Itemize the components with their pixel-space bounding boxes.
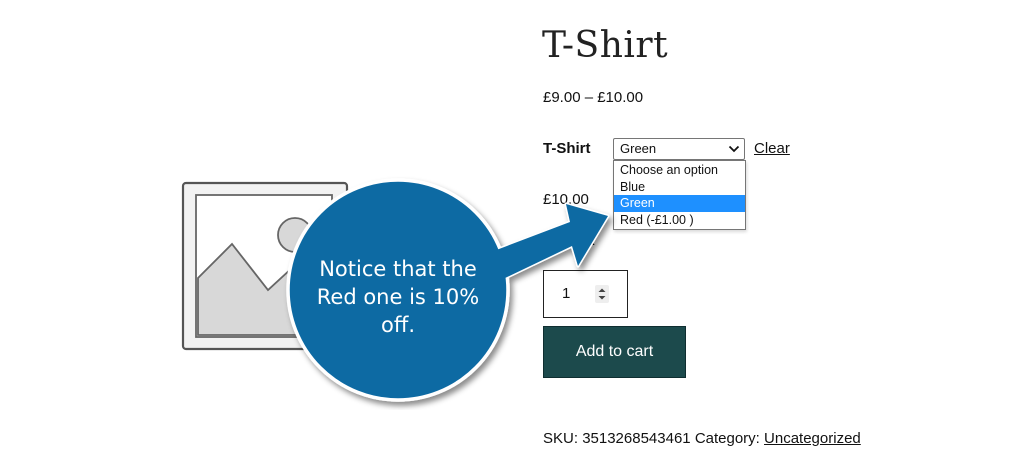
variant-price: £10.00 (543, 191, 589, 208)
price-range: £9.00 – £10.00 (543, 89, 644, 106)
clear-link[interactable]: Clear (754, 139, 790, 159)
product-page: T-Shirt £9.00 – £10.00 T-Shirt Green Cle… (0, 0, 1024, 456)
sku-value: 3513268543461 (582, 430, 691, 447)
option-choose[interactable]: Choose an option (614, 162, 745, 179)
option-green[interactable]: Green (614, 195, 745, 212)
variation-select-value: Green (620, 141, 657, 156)
quantity-value: 1 (562, 285, 571, 302)
stock-status: In stock (543, 232, 595, 249)
variation-select[interactable]: Green (613, 138, 745, 160)
product-title: T-Shirt (542, 25, 669, 66)
add-to-cart-button[interactable]: Add to cart (543, 326, 686, 378)
option-red[interactable]: Red (-£1.00 ) (614, 212, 745, 229)
chevron-down-icon (728, 145, 740, 153)
variation-dropdown-list: Choose an option Blue Green Red (-£1.00 … (613, 160, 746, 230)
quantity-field[interactable]: 1 (543, 270, 628, 318)
product-meta: SKU: 3513268543461 Category: Uncategoriz… (543, 429, 861, 449)
category-label: Category: (694, 430, 760, 447)
category-link[interactable]: Uncategorized (764, 430, 861, 447)
up-down-stepper-icon[interactable] (595, 285, 609, 303)
variation-label: T-Shirt (543, 140, 591, 157)
option-blue[interactable]: Blue (614, 179, 745, 196)
callout-text: Notice that the Red one is 10% off. (316, 257, 480, 337)
sku-label: SKU: (543, 430, 579, 447)
